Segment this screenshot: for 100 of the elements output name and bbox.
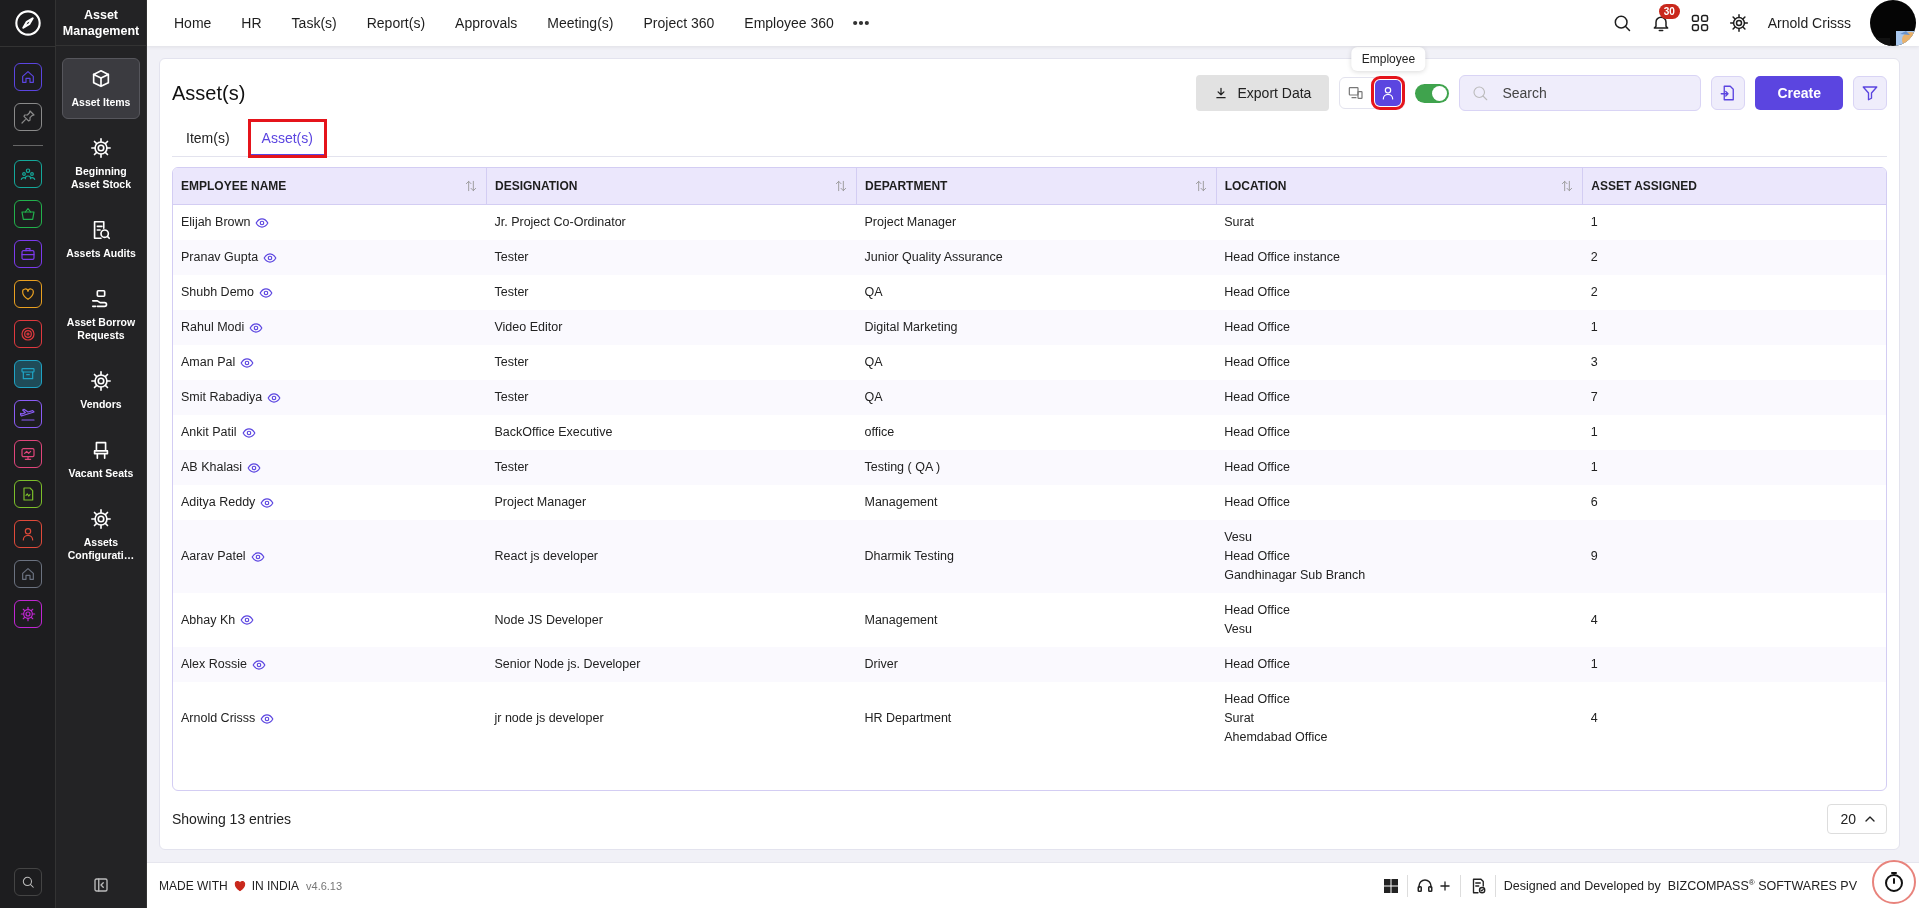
page-size-select[interactable]: 20	[1827, 804, 1887, 834]
module-button[interactable]	[13, 103, 42, 131]
sidebar-item[interactable]: Assets Configurati…	[62, 498, 140, 572]
view-icon[interactable]	[260, 711, 275, 726]
view-icon[interactable]	[252, 657, 266, 672]
version-label: v4.6.13	[306, 879, 343, 892]
module-button[interactable]	[13, 600, 42, 628]
view-icon[interactable]	[249, 320, 264, 335]
view-icon[interactable]	[258, 285, 273, 300]
search-button[interactable]	[13, 868, 42, 896]
settings-icon[interactable]	[1728, 13, 1749, 33]
module-button[interactable]	[13, 360, 42, 388]
tooltip: Employee	[1351, 47, 1426, 71]
table-cell: 1	[1582, 204, 1886, 240]
view-icon[interactable]	[240, 613, 255, 627]
view-icon[interactable]	[247, 460, 262, 475]
view-icon[interactable]	[263, 250, 278, 265]
search-icon	[1471, 84, 1490, 102]
tab[interactable]: Asset(s)	[249, 121, 325, 156]
apps-icon[interactable]	[1689, 13, 1710, 33]
employee-name: Ankit Patil	[181, 424, 237, 441]
nav-link[interactable]: Meeting(s)	[532, 15, 629, 31]
filter-button[interactable]	[1853, 76, 1887, 110]
sidebar-item[interactable]: Beginning Asset Stock	[62, 127, 140, 201]
module-button[interactable]	[13, 200, 42, 228]
nav-link[interactable]: Report(s)	[351, 15, 441, 31]
module-button[interactable]	[13, 160, 42, 188]
module-button[interactable]	[13, 280, 42, 308]
table-cell: 1	[1582, 647, 1886, 682]
nav-link[interactable]: HR	[226, 15, 277, 31]
employee-name: Alex Rossie	[181, 656, 247, 673]
archive-icon	[19, 366, 36, 382]
view-icon[interactable]	[260, 495, 275, 510]
sidebar-item[interactable]: Vacant Seats	[62, 429, 140, 490]
module-button[interactable]	[13, 480, 42, 508]
windows-icon[interactable]	[1382, 877, 1399, 894]
view-icon[interactable]	[255, 215, 270, 230]
view-icon[interactable]	[240, 355, 255, 370]
table-cell: Tester	[486, 380, 857, 415]
employee-name: Aman Pal	[181, 354, 236, 371]
notification-badge: 30	[1658, 4, 1680, 19]
table-cell: Head Office Surat Ahemdabad Office	[1216, 682, 1583, 755]
people-icon	[19, 166, 36, 182]
column-header: ASSET ASSIGNED	[1591, 179, 1697, 193]
footer-text: MADE WITH	[159, 878, 228, 893]
settings-icon	[90, 370, 112, 392]
plane-icon	[19, 406, 36, 422]
briefcase-icon	[19, 246, 36, 262]
module-button[interactable]	[13, 520, 42, 548]
column-header: DESIGNATION	[494, 179, 578, 193]
table-cell: Driver	[856, 647, 1217, 682]
import-button[interactable]	[1711, 76, 1746, 110]
sidebar-item[interactable]: Assets Audits	[62, 209, 140, 270]
nav-link[interactable]: Employee 360	[729, 15, 849, 31]
module-button[interactable]	[13, 560, 42, 588]
table-cell: 7	[1582, 380, 1886, 415]
sidebar-item[interactable]: Vendors	[62, 360, 140, 421]
table-cell: office	[856, 415, 1217, 450]
table-cell: 4	[1582, 682, 1886, 755]
monitor-icon	[19, 446, 36, 462]
export-button[interactable]: Export Data	[1196, 75, 1330, 111]
nav-link[interactable]: Task(s)	[276, 15, 352, 31]
toggle-switch[interactable]	[1415, 83, 1450, 103]
view-icon[interactable]	[267, 390, 282, 405]
table-cell: React js developer	[486, 520, 857, 593]
search-field[interactable]: Search	[1459, 75, 1702, 111]
view-icon[interactable]	[241, 425, 256, 440]
sidebar-item[interactable]: Asset Items	[62, 58, 140, 119]
module-button[interactable]	[13, 320, 42, 348]
create-button[interactable]: Create	[1755, 76, 1843, 110]
basket-icon	[19, 206, 36, 222]
table-cell: Senior Node js. Developer	[486, 647, 857, 682]
module-button[interactable]	[13, 440, 42, 468]
nav-link[interactable]: Approvals	[440, 15, 533, 31]
table-cell: Jr. Project Co-Ordinator	[486, 204, 857, 240]
table-cell: Vesu Head Office Gandhinagar Sub Branch	[1216, 520, 1583, 593]
user-name[interactable]: Arnold Crisss	[1767, 15, 1851, 31]
table-cell: HR Department	[856, 682, 1217, 755]
table-cell: 1	[1582, 450, 1886, 485]
collapse-button[interactable]	[92, 876, 110, 894]
table-cell: Head Office	[1216, 647, 1583, 682]
nav-link[interactable]: Home	[159, 15, 227, 31]
heart-icon	[19, 286, 36, 302]
table-cell: jr node js developer	[486, 682, 857, 755]
table-cell: Digital Marketing	[856, 310, 1217, 345]
table-cell: 2	[1582, 275, 1886, 310]
table-cell: Head Office	[1216, 450, 1583, 485]
table-cell: Project Manager	[856, 204, 1217, 240]
module-button[interactable]	[13, 400, 42, 428]
sidebar-item[interactable]: Asset Borrow Requests	[62, 278, 140, 352]
employee-name: Aditya Reddy	[181, 494, 256, 511]
devices-icon	[1348, 85, 1365, 101]
table-cell: QA	[856, 345, 1217, 380]
tab[interactable]: Item(s)	[174, 121, 242, 156]
headset-icon[interactable]	[1415, 876, 1434, 895]
plus-icon[interactable]	[1437, 878, 1452, 893]
table-cell: 9	[1582, 520, 1886, 593]
view-icon[interactable]	[250, 549, 265, 564]
table-cell: Node JS Developer	[486, 593, 857, 647]
nav-link[interactable]: Project 360	[628, 15, 730, 31]
